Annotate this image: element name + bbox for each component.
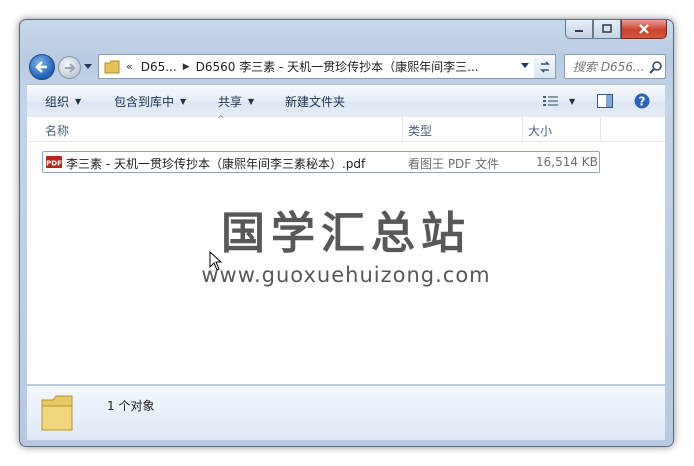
chevron-down-icon: ▼ xyxy=(569,96,576,106)
item-count: 1 个对象 xyxy=(107,399,155,413)
details-pane: 1 个对象 xyxy=(27,385,665,440)
recent-pages-dropdown[interactable] xyxy=(84,60,94,74)
address-dropdown-icon[interactable] xyxy=(521,63,529,69)
chevron-down-icon xyxy=(84,64,92,69)
chevron-down-icon: ▼ xyxy=(75,96,82,106)
breadcrumb-current[interactable]: D6560 李三素 - 天机一贯珍传抄本（康熙年间李三... xyxy=(196,58,479,75)
include-in-library-label: 包含到库中 xyxy=(114,94,175,109)
view-options-button[interactable]: ▼ xyxy=(543,92,575,110)
preview-pane-button[interactable] xyxy=(597,92,613,110)
file-size: 16,514 KB xyxy=(536,155,598,169)
share-label: 共享 xyxy=(218,94,243,109)
svg-text:PDF: PDF xyxy=(46,160,62,168)
refresh-icon xyxy=(539,60,550,73)
search-input[interactable] xyxy=(571,58,647,75)
command-bar: 组织 ▼ 包含到库中 ▼ 共享 ▼ 新建文件夹 ▼ ? xyxy=(27,84,665,119)
include-in-library-menu[interactable]: 包含到库中 ▼ xyxy=(114,92,186,110)
column-divider[interactable] xyxy=(600,117,601,141)
overflow-marker[interactable]: « xyxy=(126,60,133,73)
svg-text:?: ? xyxy=(639,95,646,109)
caption-buttons xyxy=(565,20,667,39)
table-row[interactable]: PDF 李三素 - 天机一贯珍传抄本（康熙年间李三素秘本）.pdf 看图王 PD… xyxy=(42,151,600,173)
column-header-name[interactable]: 名称 xyxy=(45,122,69,139)
column-header-row: ^ 名称 类型 大小 xyxy=(27,115,665,142)
file-name: 李三素 - 天机一贯珍传抄本（康熙年间李三素秘本）.pdf xyxy=(66,157,366,171)
share-menu[interactable]: 共享 ▼ xyxy=(218,92,254,110)
new-folder-button[interactable]: 新建文件夹 xyxy=(285,92,345,110)
search-box[interactable] xyxy=(564,54,666,79)
arrow-right-icon xyxy=(64,62,75,73)
sort-caret-icon: ^ xyxy=(217,115,225,125)
column-divider[interactable] xyxy=(522,117,523,141)
close-button[interactable] xyxy=(621,20,667,39)
view-details-icon xyxy=(543,96,558,106)
organize-menu[interactable]: 组织 ▼ xyxy=(45,92,81,110)
watermark-title: 国学汇总站 xyxy=(221,208,471,259)
folder-icon xyxy=(104,60,120,73)
close-icon xyxy=(639,24,649,34)
address-bar[interactable]: « D65... ▶ D6560 李三素 - 天机一贯珍传抄本（康熙年间李三..… xyxy=(98,54,536,79)
minimize-button[interactable] xyxy=(565,20,593,39)
chevron-down-icon: ▼ xyxy=(248,96,255,106)
watermark-url: www.guoxuehuizong.com xyxy=(201,263,491,287)
arrow-left-icon xyxy=(35,61,47,73)
explorer-window: « D65... ▶ D6560 李三素 - 天机一贯珍传抄本（康熙年间李三..… xyxy=(19,19,674,447)
help-icon: ? xyxy=(634,93,650,109)
back-button[interactable] xyxy=(29,54,55,80)
file-type: 看图王 PDF 文件 xyxy=(408,157,500,171)
chevron-down-icon: ▼ xyxy=(180,96,187,106)
minimize-icon xyxy=(575,30,583,32)
new-folder-label: 新建文件夹 xyxy=(285,94,346,109)
breadcrumb-parent[interactable]: D65... xyxy=(141,60,177,74)
column-header-size[interactable]: 大小 xyxy=(528,122,552,139)
organize-label: 组织 xyxy=(45,94,70,109)
refresh-button[interactable] xyxy=(534,54,556,79)
watermark: 国学汇总站 www.guoxuehuizong.com xyxy=(27,197,665,287)
maximize-button[interactable] xyxy=(593,20,621,39)
file-list-pane[interactable]: ^ 名称 类型 大小 PDF 李三素 - 天机一贯珍传抄本（康熙年间李三素秘本）… xyxy=(27,115,665,384)
maximize-icon xyxy=(602,24,612,33)
column-header-type[interactable]: 类型 xyxy=(408,122,432,139)
preview-pane-icon xyxy=(597,94,613,108)
search-icon[interactable] xyxy=(649,60,663,74)
help-button[interactable]: ? xyxy=(634,92,650,110)
folder-icon xyxy=(41,395,73,431)
breadcrumb-separator-icon[interactable]: ▶ xyxy=(183,62,190,72)
column-divider[interactable] xyxy=(402,117,403,141)
pdf-file-icon: PDF xyxy=(46,156,62,168)
mouse-cursor-icon xyxy=(209,251,223,271)
forward-button[interactable] xyxy=(58,56,81,79)
